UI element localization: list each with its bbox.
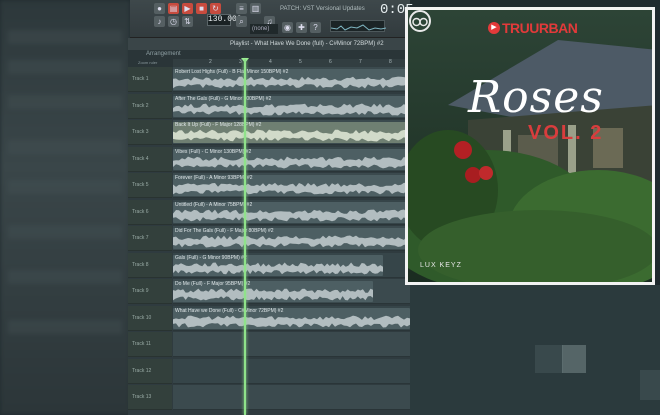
track-lane[interactable]: Do Me (Full) - F Major 95BPM) #2 [173, 279, 410, 304]
cover-artwork [408, 10, 652, 282]
waveform [173, 209, 410, 221]
clip-name: Robert Lost Highs (Full) - B Flat Minor … [175, 69, 289, 75]
countdown-icon[interactable]: ⇅ [182, 16, 193, 27]
ruler-mark: 7 [359, 59, 362, 65]
waveform [173, 315, 410, 327]
clip-name: Gals (Full) - G Minor 90BPM) #2 [175, 254, 247, 261]
record-icon[interactable]: ● [154, 3, 165, 14]
track-header[interactable]: Track 11 [128, 332, 172, 357]
track-lane[interactable]: Untitled (Full) - A Minor 75BPM) #2 [173, 199, 410, 225]
track-header[interactable]: Track 13 [128, 385, 172, 410]
playlist-window: ◂✎⌖⊘⊕▢◇ Playlist - What Have We Done (fu… [128, 38, 410, 415]
waveform [173, 76, 410, 89]
stop-icon[interactable]: ■ [196, 3, 207, 14]
audio-clip[interactable]: Vibes (Full) - C Minor 130BPM) #2 [173, 148, 410, 170]
track-list: Track 1 Robert Lost Highs (Full) - B Flat… [128, 67, 410, 415]
audio-clip[interactable]: After The Gals (Full) - G Minor 100BPM) … [173, 95, 410, 117]
track-header[interactable]: Track 6 [128, 199, 172, 225]
ruler-mark: 2 [209, 59, 212, 65]
audio-clip[interactable]: Back It Up (Full) - F Major 128BPM) #2 [173, 122, 410, 143]
plugin-icon[interactable]: ✚ [296, 22, 307, 33]
waveform [173, 235, 410, 248]
track-header[interactable]: Track 5 [128, 173, 172, 198]
track-lane[interactable]: After The Gals (Full) - G Minor 100BPM) … [173, 93, 410, 119]
clip-name: Untitled (Full) - A Minor 75BPM) #2 [175, 201, 253, 208]
waveform [173, 262, 383, 274]
pattern-icon[interactable]: ▤ [168, 3, 179, 14]
clip-name: What Have we Done (Full) - C#Minor 72BPM… [175, 307, 284, 314]
track-lane[interactable]: Back It Up (Full) - F Major 128BPM) #2 [173, 120, 410, 145]
track-lane[interactable]: Vibes (Full) - C Minor 130BPM) #2 [173, 146, 410, 172]
track-header[interactable]: Track 2 [128, 93, 172, 119]
audio-clip[interactable]: Untitled (Full) - A Minor 75BPM) #2 [173, 201, 410, 223]
waveform [173, 103, 410, 115]
blurred-browser-panel [0, 0, 130, 415]
clip-name: Back It Up (Full) - F Major 128BPM) #2 [175, 122, 262, 128]
preset-selector[interactable]: (none) [250, 24, 278, 34]
track-lane[interactable]: Gals (Full) - G Minor 90BPM) #2 [173, 252, 410, 278]
hint-bar: PATCH: VST Versional Updates [280, 6, 365, 12]
clip-name: Did For The Gals (Full) - F Major 80BPM)… [175, 228, 274, 234]
tempo-display[interactable]: 130.000 [207, 14, 242, 26]
cpu-meter [330, 20, 387, 32]
track-header[interactable]: Track 10 [128, 305, 172, 331]
playhead[interactable] [244, 59, 246, 415]
audio-clip[interactable]: What Have we Done (Full) - C#Minor 72BPM… [173, 307, 410, 329]
track-header[interactable]: Track 8 [128, 252, 172, 278]
album-title: Roses [468, 72, 604, 123]
audio-clip[interactable]: Gals (Full) - G Minor 90BPM) #2 [173, 254, 383, 276]
ruler-mark: 8 [389, 59, 392, 65]
loop-icon[interactable]: ↻ [210, 3, 221, 14]
ruler-head: Zoom ruler [128, 59, 173, 67]
album-volume: VOL. 2 [528, 122, 604, 144]
waveform [173, 156, 410, 168]
track-header[interactable]: Track 4 [128, 146, 172, 172]
track-lane[interactable]: Robert Lost Highs (Full) - B Flat Minor … [173, 67, 410, 92]
track-lane[interactable] [173, 332, 410, 357]
track-header[interactable]: Track 12 [128, 358, 172, 384]
mixer-icon[interactable]: ≡ [236, 3, 247, 14]
waveform [173, 288, 373, 301]
track-lane[interactable] [173, 385, 410, 410]
help-icon[interactable]: ? [310, 22, 321, 33]
track-lane[interactable] [173, 358, 410, 384]
clip-name: Do Me (Full) - F Major 95BPM) #2 [175, 281, 251, 287]
brand-logo: TRUURBAN [502, 20, 578, 36]
ruler-mark: 4 [269, 59, 272, 65]
browser-icon[interactable]: ⌕ [236, 16, 247, 27]
channel-rack-icon[interactable]: ▥ [250, 3, 261, 14]
main-toolbar: ● ▤ ▶ ■ ↻ ♪ ◷ ⇅ 130.000 ≡ ▥ ⌕ ♫ (none) P… [130, 0, 414, 38]
playlist-title: Playlist - What Have We Done (full) - C#… [128, 38, 410, 50]
album-cover: ▶ TRUURBAN Roses VOL. 2 LUX KEYZ [405, 7, 655, 285]
song-mode-icon[interactable]: ▶ [182, 3, 193, 14]
ruler-mark: 6 [329, 59, 332, 65]
snap-icon[interactable]: ♪ [154, 16, 165, 27]
audio-clip[interactable]: Did For The Gals (Full) - F Major 80BPM)… [173, 228, 410, 249]
metronome-icon[interactable]: ◷ [168, 16, 179, 27]
track-header[interactable]: Track 7 [128, 226, 172, 251]
timeline-ruler[interactable]: 2345678 [173, 59, 410, 67]
cpu-icon: ◉ [282, 22, 293, 33]
audio-clip[interactable]: Robert Lost Highs (Full) - B Flat Minor … [173, 69, 410, 90]
track-lane[interactable]: Forever (Full) - A Minor 93BPM) #2 [173, 173, 410, 198]
clip-name: After The Gals (Full) - G Minor 100BPM) … [175, 95, 272, 102]
play-logo-icon: ▶ [488, 22, 500, 34]
track-lane[interactable]: Did For The Gals (Full) - F Major 80BPM)… [173, 226, 410, 251]
clip-name: Forever (Full) - A Minor 93BPM) #2 [175, 175, 253, 181]
ruler-mark: 5 [299, 59, 302, 65]
audio-clip[interactable]: Forever (Full) - A Minor 93BPM) #2 [173, 175, 410, 196]
clip-name: Vibes (Full) - C Minor 130BPM) #2 [175, 148, 252, 155]
track-header[interactable]: Track 9 [128, 279, 172, 304]
waveform [173, 182, 410, 195]
track-header[interactable]: Track 3 [128, 120, 172, 145]
waveform [173, 129, 410, 142]
track-lane[interactable]: What Have we Done (Full) - C#Minor 72BPM… [173, 305, 410, 331]
audio-clip[interactable]: Do Me (Full) - F Major 95BPM) #2 [173, 281, 373, 302]
producer-name: LUX KEYZ [420, 262, 462, 269]
track-header[interactable]: Track 1 [128, 67, 172, 92]
arrangement-label[interactable]: Arrangement [128, 50, 410, 59]
lux-keyz-logo-icon [409, 10, 431, 32]
blurred-workspace [410, 285, 660, 415]
